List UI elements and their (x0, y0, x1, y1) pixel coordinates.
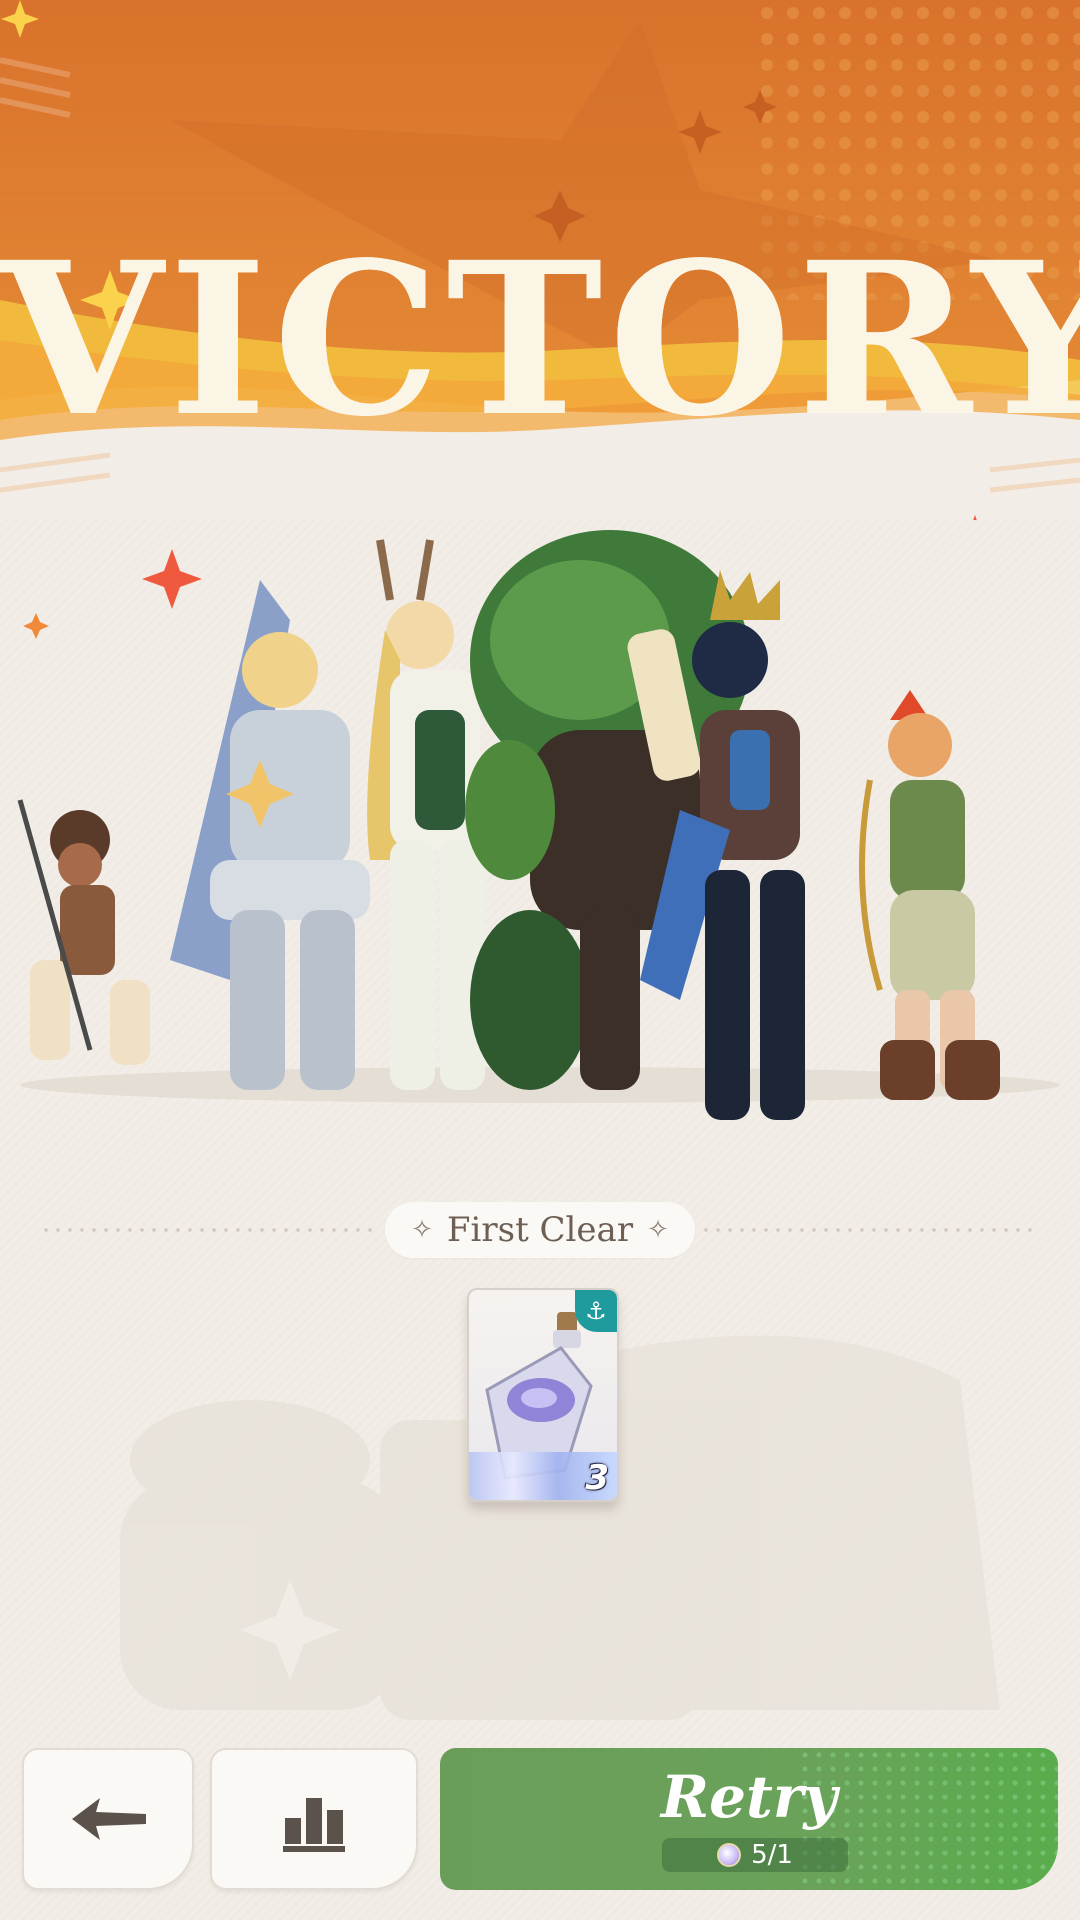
retry-button[interactable]: Retry 5/1 (440, 1748, 1058, 1890)
hero-lineup (0, 500, 1080, 1120)
victory-title: VICTORY (0, 216, 1080, 463)
victory-banner: VICTORY (0, 0, 1080, 520)
sparkle-right-icon: ✧ (647, 1215, 669, 1245)
first-clear-text: First Clear (446, 1210, 634, 1250)
back-arrow-icon (72, 1798, 146, 1840)
stamina-cost: 5/1 (662, 1838, 848, 1872)
stamina-text: 5/1 (751, 1840, 793, 1870)
hero-6 (859, 690, 1000, 1100)
victory-screen: VICTORY ✧ First Clear ✧ ⚓ 3 Retry 5/1 (0, 0, 1080, 1920)
sparkle-icon (142, 549, 202, 609)
retry-label: Retry (660, 1763, 838, 1831)
reward-card[interactable]: ⚓ 3 (467, 1288, 619, 1502)
hero-2 (170, 580, 370, 1090)
stats-button[interactable] (210, 1748, 418, 1890)
dotted-line-left (40, 1228, 380, 1232)
reward-quantity: 3 (585, 1458, 609, 1498)
sparkle-icon (23, 613, 49, 639)
dotted-line-right (700, 1228, 1040, 1232)
anchor-icon: ⚓ (575, 1290, 617, 1332)
stamina-icon (717, 1843, 742, 1867)
back-button[interactable] (22, 1748, 194, 1890)
hero-1 (17, 799, 150, 1065)
first-clear-label: ✧ First Clear ✧ (385, 1202, 695, 1258)
bar-chart-icon (283, 1798, 345, 1852)
sparkle-left-icon: ✧ (411, 1215, 433, 1245)
first-clear-divider: ✧ First Clear ✧ (40, 1200, 1040, 1260)
